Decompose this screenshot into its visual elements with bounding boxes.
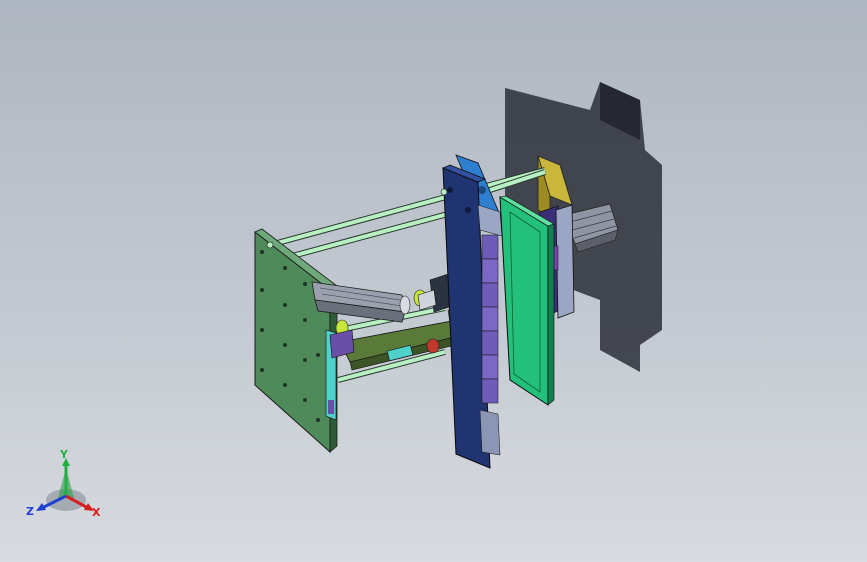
x-axis-label: X bbox=[92, 506, 101, 519]
z-axis-label: Z bbox=[26, 505, 34, 518]
y-axis-label: Y bbox=[59, 448, 69, 461]
cad-viewport[interactable]: Y X Z bbox=[0, 0, 867, 562]
view-orientation-triad[interactable]: Y X Z bbox=[22, 448, 112, 528]
assembly-model[interactable] bbox=[0, 0, 867, 562]
green-cavity-plate[interactable] bbox=[499, 195, 555, 406]
left-end-plate[interactable] bbox=[254, 228, 338, 454]
